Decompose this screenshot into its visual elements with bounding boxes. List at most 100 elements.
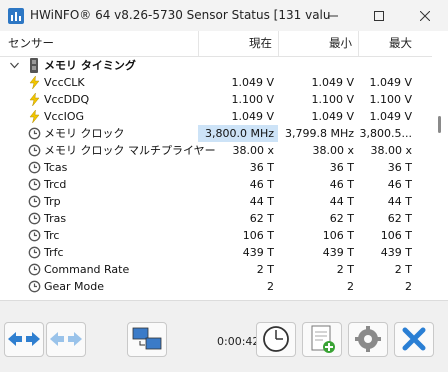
sensor-current-value: 1.049 V — [231, 110, 274, 123]
sensor-row[interactable]: VccIOG 1.049 V 1.049 V 1.049 V — [0, 108, 432, 125]
reset-clock-button[interactable] — [256, 322, 296, 357]
close-window-button[interactable] — [402, 0, 448, 31]
sensor-max-value: 1.100 V — [369, 93, 412, 106]
sensor-name: メモリ クロック — [44, 127, 125, 140]
elapsed-time: 0:00:42 — [217, 335, 260, 348]
sensor-current-value: 1.100 V — [231, 93, 274, 106]
sensor-current-value: 46 T — [249, 178, 274, 191]
sensor-current-value: 106 T — [242, 229, 274, 242]
sensor-name: VccDDQ — [44, 93, 90, 106]
column-header-min[interactable]: 最小 — [278, 31, 358, 56]
sensor-max-value: 2 T — [394, 263, 412, 276]
sensor-max-value: 439 T — [380, 246, 412, 259]
clock-icon — [28, 280, 41, 293]
minimize-button[interactable] — [310, 0, 356, 31]
sensor-min-value: 62 T — [329, 212, 354, 225]
sensor-name: Trfc — [44, 246, 64, 259]
sensor-min-value: 46 T — [329, 178, 354, 191]
sensor-row[interactable]: Tcas 36 T 36 T 36 T — [0, 159, 432, 176]
sensor-group-row[interactable]: メモリ タイミング — [0, 57, 432, 74]
sensor-row[interactable]: メモリ クロック マルチプライヤー 38.00 x 38.00 x 38.00 x — [0, 142, 432, 159]
logging-button[interactable] — [302, 322, 342, 357]
sensor-row[interactable]: VccDDQ 1.100 V 1.100 V 1.100 V — [0, 91, 432, 108]
next-sensor-button[interactable] — [46, 322, 86, 357]
sensor-row[interactable]: Trfc 439 T 439 T 439 T — [0, 244, 432, 261]
sensor-row[interactable]: VccCLK 1.049 V 1.049 V 1.049 V — [0, 74, 432, 91]
sensor-max-value: 62 T — [387, 212, 412, 225]
sensor-current-value: 439 T — [242, 246, 274, 259]
scrollbar-thumb[interactable] — [438, 116, 441, 133]
sensor-current-value: 3,800.0 MHz — [198, 125, 278, 142]
previous-sensor-button[interactable] — [4, 322, 44, 357]
sensor-current-value: 38.00 x — [232, 144, 275, 157]
sensor-min-value: 3,799.8 MHz — [284, 127, 354, 140]
column-header-max[interactable]: 最大 — [358, 31, 432, 56]
clock-icon — [28, 212, 41, 225]
lightning-icon — [29, 93, 40, 106]
gear-icon — [355, 326, 381, 352]
clock-icon — [28, 246, 41, 259]
sensor-row[interactable]: メモリ クロック 3,800.0 MHz 3,799.8 MHz 3,800.5... — [0, 125, 432, 142]
sensor-current-value: 2 T — [256, 263, 274, 276]
minimize-icon — [328, 15, 338, 16]
sensor-min-value: 106 T — [322, 229, 354, 242]
sensor-max-value: 2 — [405, 280, 412, 293]
clock-icon — [28, 229, 41, 242]
network-button[interactable] — [127, 322, 167, 357]
sensor-min-value: 2 — [347, 280, 354, 293]
chevron-down-icon[interactable] — [10, 62, 19, 69]
sensor-max-value: 38.00 x — [370, 144, 413, 157]
clock-icon — [28, 127, 41, 140]
sensor-max-value: 46 T — [387, 178, 412, 191]
sensor-row[interactable]: Trp 44 T 44 T 44 T — [0, 193, 432, 210]
sensor-min-value: 1.049 V — [311, 110, 354, 123]
sensor-name: Tras — [44, 212, 67, 225]
close-icon — [420, 10, 430, 21]
sensor-current-value: 44 T — [249, 195, 274, 208]
maximize-button[interactable] — [356, 0, 402, 31]
sensor-row[interactable]: Gear Mode 2 2 2 — [0, 278, 432, 295]
sensor-min-value: 1.049 V — [311, 76, 354, 89]
sensor-max-value: 106 T — [380, 229, 412, 242]
sensor-max-value: 1.049 V — [369, 76, 412, 89]
sensor-row[interactable]: Trcd 46 T 46 T 46 T — [0, 176, 432, 193]
sensor-max-value: 44 T — [387, 195, 412, 208]
sensor-current-value: 62 T — [249, 212, 274, 225]
sensor-row[interactable]: Tras 62 T 62 T 62 T — [0, 210, 432, 227]
double-arrow-icon — [8, 332, 40, 346]
sensor-name: Trp — [44, 195, 61, 208]
sensor-current-value: 36 T — [249, 161, 274, 174]
sensor-min-value: 1.100 V — [311, 93, 354, 106]
sensor-name: Trc — [44, 229, 60, 242]
sensor-min-value: 2 T — [336, 263, 354, 276]
sensor-min-value: 38.00 x — [312, 144, 355, 157]
sensor-name: Gear Mode — [44, 280, 105, 293]
clock-icon — [28, 195, 41, 208]
hwinfo-app-icon — [8, 8, 24, 24]
bottom-toolbar: 0:00:42 — [0, 300, 448, 372]
sensor-name: VccCLK — [44, 76, 85, 89]
clock-icon — [28, 144, 41, 157]
column-header-sensor[interactable]: センサー — [8, 31, 198, 56]
sensor-name: メモリ クロック マルチプライヤー — [44, 144, 216, 157]
column-header-row: センサー 現在 最小 最大 — [0, 31, 432, 57]
clock-icon — [28, 161, 41, 174]
clock-icon — [28, 178, 41, 191]
sensor-row[interactable]: Trc 106 T 106 T 106 T — [0, 227, 432, 244]
sensor-name: Command Rate — [44, 263, 130, 276]
vertical-scrollbar[interactable] — [432, 31, 448, 300]
memory-chip-icon — [30, 58, 38, 73]
sensor-max-value: 1.049 V — [369, 110, 412, 123]
sensor-min-value: 44 T — [329, 195, 354, 208]
sensor-row[interactable]: Command Rate 2 T 2 T 2 T — [0, 261, 432, 278]
clock-icon — [263, 326, 289, 352]
settings-button[interactable] — [348, 322, 388, 357]
sensor-group-label: メモリ タイミング — [44, 59, 136, 72]
sensor-max-value: 3,800.5... — [359, 127, 412, 140]
network-monitors-icon — [132, 327, 162, 350]
lightning-icon — [29, 110, 40, 123]
column-header-current[interactable]: 現在 — [198, 31, 278, 56]
add-document-icon — [311, 325, 335, 353]
sensor-current-value: 2 — [267, 280, 274, 293]
close-sensors-button[interactable] — [394, 322, 434, 357]
